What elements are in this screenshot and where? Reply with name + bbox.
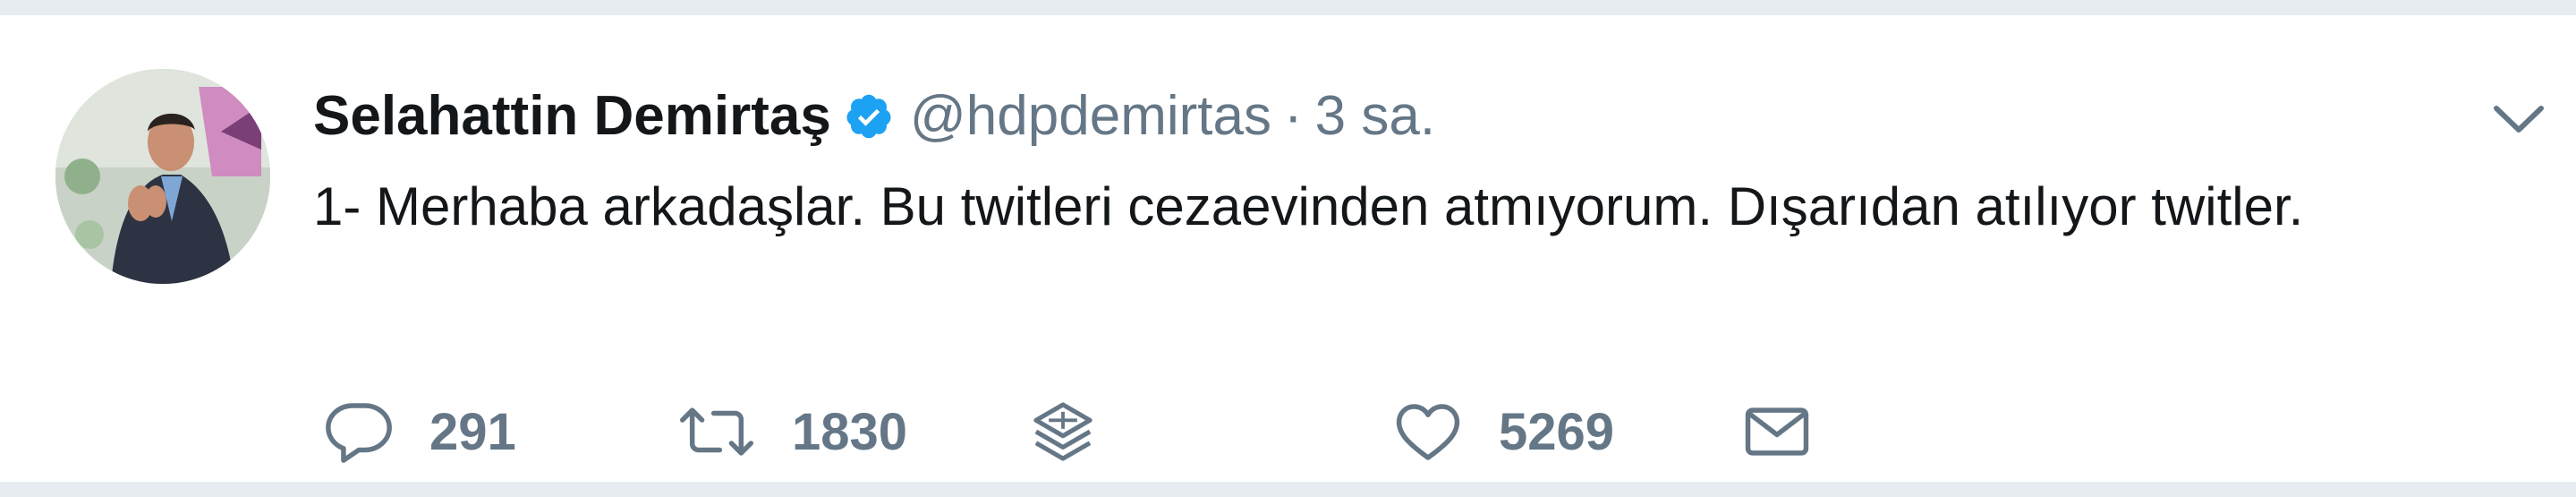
like-button[interactable]: 5269 bbox=[1391, 387, 1614, 476]
envelope-icon bbox=[1745, 407, 1809, 456]
chevron-down-icon[interactable] bbox=[2487, 96, 2550, 141]
layers-button[interactable] bbox=[1029, 387, 1097, 476]
retweet-count: 1830 bbox=[792, 402, 908, 461]
reply-button[interactable]: 291 bbox=[322, 387, 516, 476]
verified-badge-icon bbox=[846, 94, 891, 139]
avatar-photo bbox=[55, 69, 270, 284]
author-handle[interactable]: @hdpdemirtas bbox=[910, 89, 1271, 144]
like-count: 5269 bbox=[1499, 402, 1615, 461]
reply-icon bbox=[326, 403, 392, 463]
tweet-actions: 291 1830 5269 bbox=[322, 387, 2380, 476]
tweet-timestamp[interactable]: 3 sa. bbox=[1315, 89, 1435, 144]
retweet-button[interactable]: 1830 bbox=[676, 387, 907, 476]
tweet-text: 1- Merhaba arkadaşlar. Bu twitleri cezae… bbox=[313, 176, 2304, 236]
layers-icon bbox=[1033, 402, 1092, 461]
separator-dot: · bbox=[1283, 85, 1303, 147]
tweet-card[interactable]: Selahattin Demirtaş @hdpdemirtas · 3 sa.… bbox=[0, 13, 2576, 484]
avatar[interactable] bbox=[55, 69, 270, 284]
reply-count: 291 bbox=[429, 402, 516, 461]
retweet-icon bbox=[680, 407, 753, 456]
author-name[interactable]: Selahattin Demirtaş bbox=[313, 89, 831, 144]
tweet-header: Selahattin Demirtaş @hdpdemirtas · 3 sa. bbox=[313, 67, 1435, 166]
direct-message-button[interactable] bbox=[1740, 387, 1814, 476]
heart-icon bbox=[1396, 404, 1460, 460]
